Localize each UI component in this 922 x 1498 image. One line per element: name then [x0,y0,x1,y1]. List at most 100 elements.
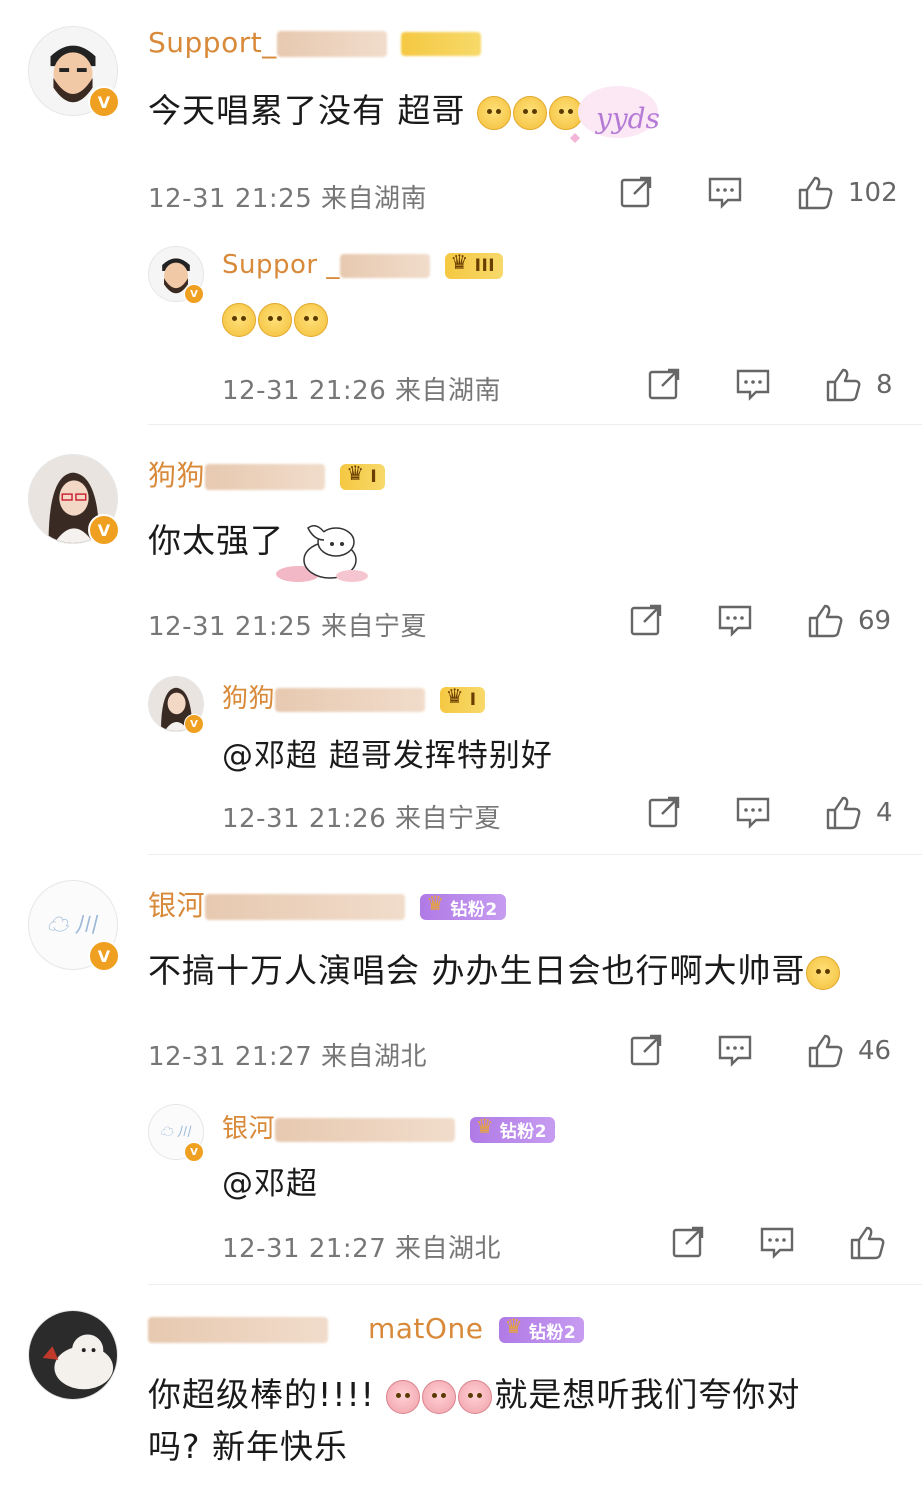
cheer-emoji-icon [294,302,328,337]
reply-author[interactable]: 狗狗 ♛ I [222,678,485,715]
like-button[interactable] [848,1224,900,1262]
share-button[interactable] [628,602,664,638]
reply-author[interactable]: Suppor _ ♛ III [222,249,504,280]
comment-text: 你超级棒的!!!! 就是想听我们夸你对 [148,1368,800,1416]
crown-icon: ♛ [346,461,365,485]
blurred-name [275,687,426,712]
reply-actions [0,1224,922,1264]
comment-text-content: 吗? 新年快乐 [148,1427,349,1466]
reply-text [222,300,330,337]
share-icon [672,1226,704,1258]
like-icon [808,1034,843,1068]
blurred-name [275,1117,456,1142]
comment-icon [760,1227,794,1259]
divider [148,1284,922,1285]
reply-actions: 4 [0,794,922,834]
pig-emoji-icon [422,1379,457,1414]
comment-icon [736,369,770,401]
verified-badge: V [88,86,120,118]
share-icon [630,1034,662,1066]
comment-button[interactable] [716,602,754,638]
author-name: 狗狗 [148,459,206,492]
comment-text-content: 你超级棒的!!!! [148,1375,375,1414]
crown-icon: ♛ [475,1113,494,1138]
avatar[interactable] [28,1310,118,1400]
divider [148,424,922,425]
author-name: 银河 [222,1114,276,1144]
comment-button[interactable] [706,174,744,210]
share-button[interactable] [646,366,682,402]
comment-text: 你太强了 [148,514,284,562]
comment-icon [708,177,742,209]
like-count: 69 [858,606,892,636]
crown-icon: ♛ [504,1314,524,1338]
like-button[interactable]: 8 [824,366,893,404]
like-button[interactable]: 69 [806,602,891,640]
reply-actions: 8 [0,366,922,406]
author-name: Suppor _ [222,250,340,280]
crown-icon: ♛ [450,249,469,274]
reply-text-content: @邓超 [222,1166,318,1202]
blurred-badge [400,32,481,56]
blurred-name [205,464,326,490]
fan-level-badge: ♛ I [340,461,386,490]
like-icon [826,368,861,402]
comment-button[interactable] [734,366,772,402]
comment-actions: 102 [0,174,922,214]
like-count: 8 [876,370,893,400]
comment-button[interactable] [716,1032,754,1068]
cheer-emoji-icon [222,302,256,337]
doge-emoji-icon [477,95,511,130]
comment-actions: 46 [0,1032,922,1072]
verified-badge: V [88,514,120,546]
like-count: 102 [848,178,898,208]
share-button[interactable] [670,1224,706,1260]
reply-author[interactable]: 银河 ♛ 钻粉2 [222,1108,556,1145]
like-button[interactable]: 102 [796,174,898,212]
share-icon [648,368,680,400]
author-name: 银河 [148,889,206,922]
comment-text: 今天唱累了没有 超哥 [148,84,585,132]
doge-emoji-icon [513,95,547,130]
like-button[interactable]: 4 [824,794,893,832]
share-button[interactable] [618,174,654,210]
svg-text:☁ 川: ☁ 川 [47,913,99,938]
verified-badge: V [184,284,204,304]
comment-text-line2: 吗? 新年快乐 [148,1420,348,1468]
yyds-sticker: yyds [560,80,660,150]
comment-author[interactable]: Support_ [148,26,481,59]
author-name: 狗狗 [222,684,276,714]
author-name: matOne [368,1312,484,1345]
share-button[interactable] [628,1032,664,1068]
pig-emoji-icon [386,1379,421,1414]
like-button[interactable]: 46 [806,1032,891,1070]
like-icon [808,604,843,638]
reply-text: @邓超 [222,1158,318,1203]
reply-text-content: @邓超 超哥发挥特别好 [222,738,553,774]
comment-text: 不搞十万人演唱会 办办生日会也行啊大帅哥 [148,944,842,992]
comment-actions: 69 [0,602,922,642]
divider [148,854,922,855]
comment-icon [736,797,770,829]
fan-level-badge: ♛ I [439,684,485,713]
doge-emoji-icon [805,955,840,990]
like-icon [826,796,861,830]
pochacco-sticker [268,518,378,588]
svg-text:☁ 川: ☁ 川 [160,1125,192,1140]
comment-author[interactable]: 银河 ♛ 钻粉2 [148,884,506,924]
blurred-name [148,1317,328,1343]
fan-level-badge: ♛ 钻粉2 [469,1114,556,1143]
like-icon [850,1226,885,1260]
cheer-emoji-icon [258,302,292,337]
comment-text-content: 你太强了 [148,521,284,560]
blurred-name [205,894,406,920]
comment-text-content: 就是想听我们夸你对 [494,1375,801,1414]
comment-author[interactable]: 狗狗 ♛ I [148,454,386,494]
comment-button[interactable] [734,794,772,830]
comment-button[interactable] [758,1224,796,1260]
share-button[interactable] [646,794,682,830]
like-count: 4 [876,798,893,828]
comment-author[interactable]: matOne ♛ 钻粉2 [148,1312,585,1345]
crown-icon: ♛ [445,683,464,708]
like-count: 46 [858,1036,892,1066]
